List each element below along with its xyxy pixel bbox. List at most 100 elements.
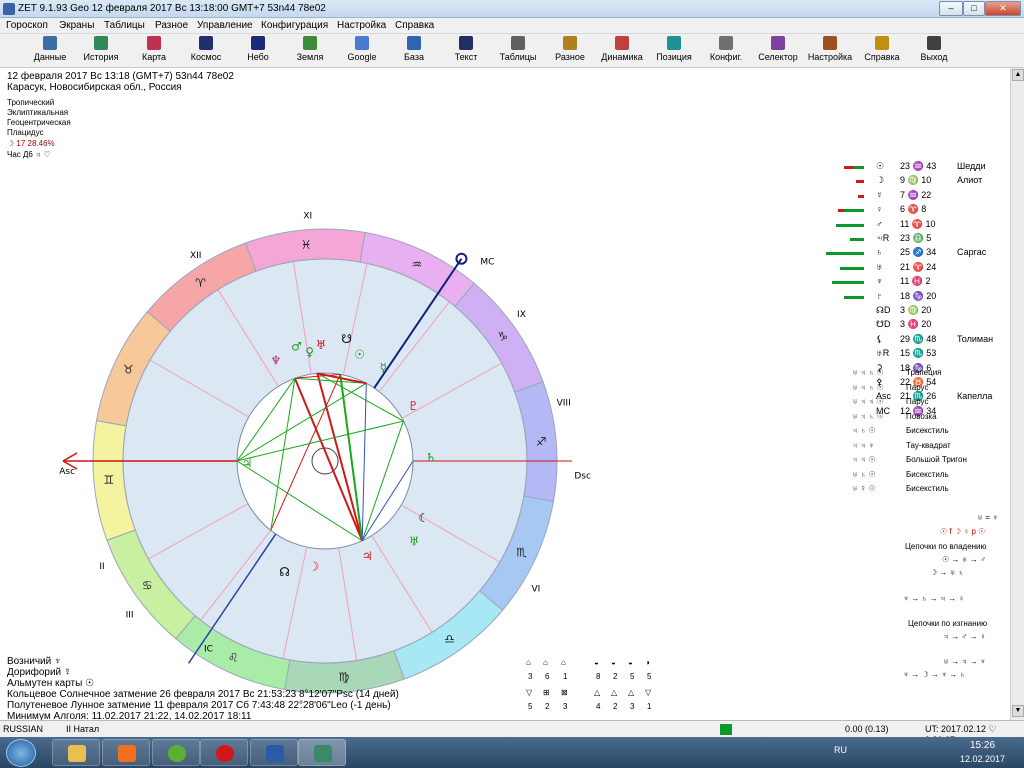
planet-position: 6 ♈ 8 — [900, 204, 927, 215]
zodiac-sign-glyph: ♉ — [123, 362, 134, 376]
start-button[interactable] — [6, 739, 36, 767]
zodiac-sign-glyph: ♎ — [444, 632, 455, 646]
toolbar-button-cosmos[interactable]: Космос — [180, 35, 232, 67]
menu-control[interactable]: Управление — [197, 20, 253, 31]
taskbar-word[interactable] — [250, 739, 298, 766]
menu-bar: Гороскоп Экраны Таблицы Разное Управлени… — [0, 18, 1024, 34]
planet-glyph: ♅ — [409, 534, 420, 548]
toolbar-button-database[interactable]: База — [388, 35, 440, 67]
media-player-icon — [118, 745, 136, 762]
tray-date[interactable]: 12.02.2017 — [960, 754, 1005, 764]
maximize-button[interactable]: □ — [963, 1, 985, 16]
planet-position: 25 ♐ 34 — [900, 247, 937, 258]
quality-symbol-icon: ⊠ — [561, 688, 568, 697]
history-icon — [94, 36, 108, 50]
zodiac-sign-glyph: ♓ — [301, 238, 312, 252]
strength-bar — [844, 295, 864, 299]
close-button[interactable]: ✕ — [985, 1, 1021, 16]
planet-glyph-icon: ☋D — [876, 319, 891, 330]
taskbar-utorrent[interactable] — [152, 739, 200, 766]
planet-glyph-icon: ♅ — [876, 261, 883, 272]
toolbar-button-history[interactable]: История — [75, 35, 127, 67]
toolbar-button-tables[interactable]: Таблицы — [492, 35, 544, 67]
planet-glyph: ♃ — [242, 457, 253, 471]
quality-count: 2 — [545, 702, 550, 711]
toolbar-button-settings-tools[interactable]: Настройка — [804, 35, 856, 67]
toolbar-button-chart-wheel[interactable]: Карта — [128, 35, 180, 67]
rulership-chain-2: ☽ → ♅ ♄ — [930, 568, 964, 577]
status-mode: II Натал — [66, 724, 100, 734]
planet-glyph: ♃ — [362, 549, 373, 563]
taskbar-explorer[interactable] — [52, 739, 100, 766]
toolbar-button-position[interactable]: Позиция — [648, 35, 700, 67]
configuration-glyphs: ♃ ♄ ☉ — [852, 426, 876, 435]
windows-taskbar: RU 15:26 12.02.2017 — [0, 737, 1024, 768]
menu-tables[interactable]: Таблицы — [104, 20, 145, 31]
taskbar-opera[interactable] — [200, 739, 248, 766]
toolbar-label: Динамика — [601, 52, 643, 62]
menu-configuration[interactable]: Конфигурация — [261, 20, 328, 31]
quality-count: 3 — [563, 702, 568, 711]
natal-chart-wheel[interactable]: ♓♈♉♊♋♌♍♎♏♐♑♒ XIXIIIXVIIIIIIIIVVIAscDscMC… — [40, 148, 600, 708]
toolbar: Данные История Карта Космос Небо Земля Google Б… — [0, 34, 1024, 68]
element-count: 2 — [613, 672, 618, 681]
quality-count: 3 — [630, 702, 635, 711]
element-count: 8 — [596, 672, 601, 681]
zodiac-sign-glyph: ♒ — [411, 257, 422, 271]
planet-glyph-icon: ♆ — [876, 276, 883, 287]
planet-glyph-icon: ♇ — [876, 290, 883, 301]
toolbar-label: Позиция — [656, 52, 692, 62]
menu-settings[interactable]: Настройка — [337, 20, 386, 31]
toolbar-button-google[interactable]: Google — [336, 35, 388, 67]
toolbar-label: Выход — [920, 52, 948, 62]
element-symbol-icon: ◒ — [594, 658, 599, 667]
toolbar-button-selector[interactable]: Селектор — [752, 35, 804, 67]
database-icon — [407, 36, 421, 50]
taskbar-zet[interactable] — [298, 739, 346, 766]
menu-screens[interactable]: Экраны — [59, 20, 94, 31]
configuration-glyphs: ♅ ♃ ♄ ☉ — [852, 368, 884, 377]
toolbar-button-data[interactable]: Данные — [24, 35, 76, 67]
status-language: RUSSIAN — [3, 724, 44, 734]
house-label: XII — [190, 251, 201, 261]
toolbar-label: Разное — [555, 52, 585, 62]
tray-language[interactable]: RU — [834, 745, 847, 755]
word-icon — [266, 745, 284, 762]
toolbar-button-exit[interactable]: Выход — [908, 35, 960, 67]
google-icon — [355, 36, 369, 50]
status-indicator — [720, 724, 732, 735]
taskbar-media-player[interactable] — [102, 739, 150, 766]
toolbar-button-config[interactable]: Конфиг. — [700, 35, 752, 67]
toolbar-label: База — [404, 52, 424, 62]
configuration-name: Трапеция — [906, 368, 942, 377]
toolbar-button-misc[interactable]: Разное — [544, 35, 596, 67]
rulership-chain-3: ♆ → ♄ → ♃ → ♀ — [903, 594, 965, 603]
scroll-down-arrow-icon[interactable]: ▼ — [1012, 705, 1024, 717]
house-label: IX — [517, 310, 526, 320]
toolbar-button-sky[interactable]: Небо — [232, 35, 284, 67]
toolbar-button-help[interactable]: Справка — [856, 35, 908, 67]
toolbar-label: Конфиг. — [709, 52, 743, 62]
quality-symbol-icon: ⊞ — [543, 688, 550, 697]
minimize-button[interactable]: – — [939, 1, 963, 16]
toolbar-label: Карта — [141, 52, 167, 62]
menu-misc[interactable]: Разное — [155, 20, 188, 31]
planet-glyph: ♀ — [305, 345, 314, 359]
strength-bar — [850, 238, 864, 241]
menu-help[interactable]: Справка — [395, 20, 434, 31]
rulership-row: ☉ f ☽ ♀ p ☉ — [940, 527, 986, 536]
zodiac-sign-glyph: ♈ — [195, 276, 206, 290]
planet-glyph: ☉ — [354, 347, 365, 361]
planet-position: 3 ♍ 20 — [900, 305, 932, 315]
toolbar-button-earth[interactable]: Земля — [284, 35, 336, 67]
scroll-up-arrow-icon[interactable]: ▲ — [1012, 69, 1024, 81]
vertical-scrollbar[interactable]: ▲ ▼ — [1010, 68, 1024, 720]
menu-horoscope[interactable]: Гороскоп — [6, 20, 48, 31]
toolbar-button-dynamics[interactable]: Динамика — [596, 35, 648, 67]
toolbar-button-text-pen[interactable]: Текст — [440, 35, 492, 67]
dynamics-icon — [615, 36, 629, 50]
quality-symbol-icon: △ — [611, 688, 618, 697]
configuration-name: Бисекстиль — [906, 426, 949, 435]
zodiac-sign-glyph: ♋ — [142, 578, 153, 592]
tray-time[interactable]: 15:26 — [970, 740, 995, 751]
